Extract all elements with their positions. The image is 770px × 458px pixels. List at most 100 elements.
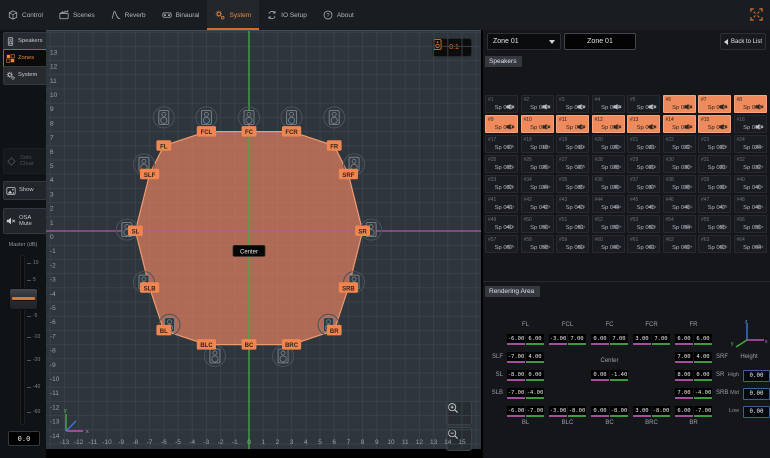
speaker-cell-sp-026[interactable]: #26Sp 026 (521, 155, 554, 173)
speaker-cell-sp-001[interactable]: #1Sp 001 (485, 95, 518, 113)
value-x[interactable]: -3.00 (549, 406, 567, 417)
speaker-label-SLB[interactable]: SLB (140, 282, 159, 293)
speaker-cell-sp-011[interactable]: #11Sp 011 (556, 115, 589, 133)
speaker-cell-sp-004[interactable]: #4Sp 004 (592, 95, 625, 113)
zone-select-dropdown[interactable]: Zone 01 (487, 33, 561, 50)
speaker-label-FL[interactable]: FL (156, 140, 171, 151)
speaker-cell-sp-014[interactable]: #14Sp 014 (663, 115, 696, 133)
value-y[interactable]: -8.00 (652, 406, 670, 417)
stage-canvas[interactable]: 0.1 -13-12-11-10-9-8-7-6-5-4-3-2-1012345… (46, 30, 481, 449)
speaker-cell-sp-058[interactable]: #58Sp 058 (521, 235, 554, 253)
value-y[interactable]: -8.00 (568, 406, 586, 417)
speaker-cell-sp-032[interactable]: #32Sp 032 (734, 155, 767, 173)
speaker-cell-sp-050[interactable]: #50Sp 050 (521, 215, 554, 233)
speaker-cell-sp-042[interactable]: #42Sp 042 (521, 195, 554, 213)
master-fader-track[interactable] (21, 256, 24, 424)
value-y[interactable]: -8.00 (610, 406, 628, 417)
speaker-cell-sp-043[interactable]: #43Sp 043 (556, 195, 589, 213)
value-y[interactable]: 6.00 (526, 334, 544, 345)
speaker-label-FC[interactable]: FC (242, 126, 257, 137)
tool-osa-mute[interactable]: OSA Mute (3, 208, 47, 234)
speaker-cell-sp-053[interactable]: #53Sp 053 (627, 215, 660, 233)
value-y[interactable]: 4.00 (526, 352, 544, 363)
value-x[interactable]: -6.00 (507, 406, 525, 417)
speaker-cell-sp-013[interactable]: #13Sp 013 (627, 115, 660, 133)
speaker-label-BR[interactable]: BR (327, 325, 342, 336)
speaker-cell-sp-017[interactable]: #17Sp 017 (485, 135, 518, 153)
speaker-cell-sp-052[interactable]: #52Sp 052 (592, 215, 625, 233)
value-x[interactable]: -6.00 (507, 334, 525, 345)
speaker-cell-sp-057[interactable]: #57Sp 057 (485, 235, 518, 253)
speaker-cell-sp-020[interactable]: #20Sp 020 (592, 135, 625, 153)
value-x[interactable]: 3.00 (633, 334, 651, 345)
value-x[interactable]: 7.00 (675, 388, 693, 399)
master-value-box[interactable]: 0.0 (8, 431, 40, 446)
speaker-cell-sp-021[interactable]: #21Sp 021 (627, 135, 660, 153)
speaker-cell-sp-002[interactable]: #2Sp 002 (521, 95, 554, 113)
value-x[interactable]: 0.00 (591, 334, 609, 345)
speaker-label-BRC[interactable]: BRC (282, 339, 301, 350)
speaker-cell-sp-037[interactable]: #37Sp 037 (627, 175, 660, 193)
tab-io-setup[interactable]: IO Setup (259, 0, 315, 30)
speaker-label-FCL[interactable]: FCL (197, 126, 216, 137)
speaker-cell-sp-019[interactable]: #19Sp 019 (556, 135, 589, 153)
speaker-cell-sp-016[interactable]: #16Sp 016 (734, 115, 767, 133)
speaker-cell-sp-045[interactable]: #45Sp 045 (627, 195, 660, 213)
speaker-cell-sp-005[interactable]: #5Sp 005 (627, 95, 660, 113)
speaker-label-BL[interactable]: BL (156, 325, 171, 336)
value-y[interactable]: 7.00 (610, 334, 628, 345)
speaker-cell-sp-028[interactable]: #28Sp 028 (592, 155, 625, 173)
value-y[interactable]: 0.00 (526, 370, 544, 381)
value-y[interactable]: -4.00 (694, 388, 712, 399)
value-y[interactable]: 0.00 (694, 370, 712, 381)
value-x[interactable]: 6.00 (675, 334, 693, 345)
zone-name-field[interactable]: Zone 01 (564, 33, 636, 50)
speaker-cell-sp-033[interactable]: #33Sp 033 (485, 175, 518, 193)
speaker-cell-sp-036[interactable]: #36Sp 036 (592, 175, 625, 193)
value-x[interactable]: 8.00 (675, 370, 693, 381)
speaker-cell-sp-034[interactable]: #34Sp 034 (521, 175, 554, 193)
master-fader-knob[interactable] (9, 288, 38, 310)
speaker-cell-sp-030[interactable]: #30Sp 030 (663, 155, 696, 173)
value-y[interactable]: 6.00 (694, 334, 712, 345)
speaker-cell-sp-024[interactable]: #24Sp 024 (734, 135, 767, 153)
value-y[interactable]: -7.00 (694, 406, 712, 417)
tab-binaural[interactable]: Binaural (154, 0, 208, 30)
speaker-label-FR[interactable]: FR (327, 140, 342, 151)
speaker-cell-sp-061[interactable]: #61Sp 061 (627, 235, 660, 253)
speaker-cell-sp-023[interactable]: #23Sp 023 (698, 135, 731, 153)
value-x[interactable]: -7.00 (507, 352, 525, 363)
value-x[interactable]: -8.00 (507, 370, 525, 381)
speaker-label-SRF[interactable]: SRF (339, 169, 358, 180)
speaker-cell-sp-044[interactable]: #44Sp 044 (592, 195, 625, 213)
speaker-cell-sp-054[interactable]: #54Sp 054 (663, 215, 696, 233)
speaker-cell-sp-060[interactable]: #60Sp 060 (592, 235, 625, 253)
speaker-label-SL[interactable]: SL (128, 226, 143, 237)
speaker-cell-sp-007[interactable]: #7Sp 007 (698, 95, 731, 113)
speaker-cell-sp-010[interactable]: #10Sp 010 (521, 115, 554, 133)
speaker-cell-sp-035[interactable]: #35Sp 035 (556, 175, 589, 193)
value-y[interactable]: -7.00 (526, 406, 544, 417)
value-x[interactable]: 3.00 (633, 406, 651, 417)
height-value-box[interactable]: 0.00 (743, 388, 770, 400)
tool-show[interactable]: Show (3, 181, 47, 200)
value-x[interactable]: 0.00 (591, 406, 609, 417)
speaker-cell-sp-022[interactable]: #22Sp 022 (663, 135, 696, 153)
speaker-cell-sp-025[interactable]: #25Sp 025 (485, 155, 518, 173)
tab-scenes[interactable]: Scenes (51, 0, 103, 30)
speaker-cell-sp-055[interactable]: #55Sp 055 (698, 215, 731, 233)
height-value-box[interactable]: 0.00 (743, 370, 770, 382)
speaker-cell-sp-056[interactable]: #56Sp 056 (734, 215, 767, 233)
speaker-cell-sp-063[interactable]: #63Sp 063 (698, 235, 731, 253)
value-x[interactable]: 7.00 (675, 352, 693, 363)
tab-system[interactable]: System (207, 0, 259, 30)
tab-reverb[interactable]: Reverb (103, 0, 154, 30)
speaker-cell-sp-041[interactable]: #41Sp 041 (485, 195, 518, 213)
value-y[interactable]: 7.00 (568, 334, 586, 345)
tab-control[interactable]: Control (0, 0, 51, 30)
speaker-cell-sp-008[interactable]: #8Sp 008 (734, 95, 767, 113)
height-value-box[interactable]: 0.00 (743, 406, 770, 418)
value-x[interactable]: 0.00 (591, 370, 609, 381)
speaker-cell-sp-039[interactable]: #39Sp 039 (698, 175, 731, 193)
value-x[interactable]: -3.00 (549, 334, 567, 345)
